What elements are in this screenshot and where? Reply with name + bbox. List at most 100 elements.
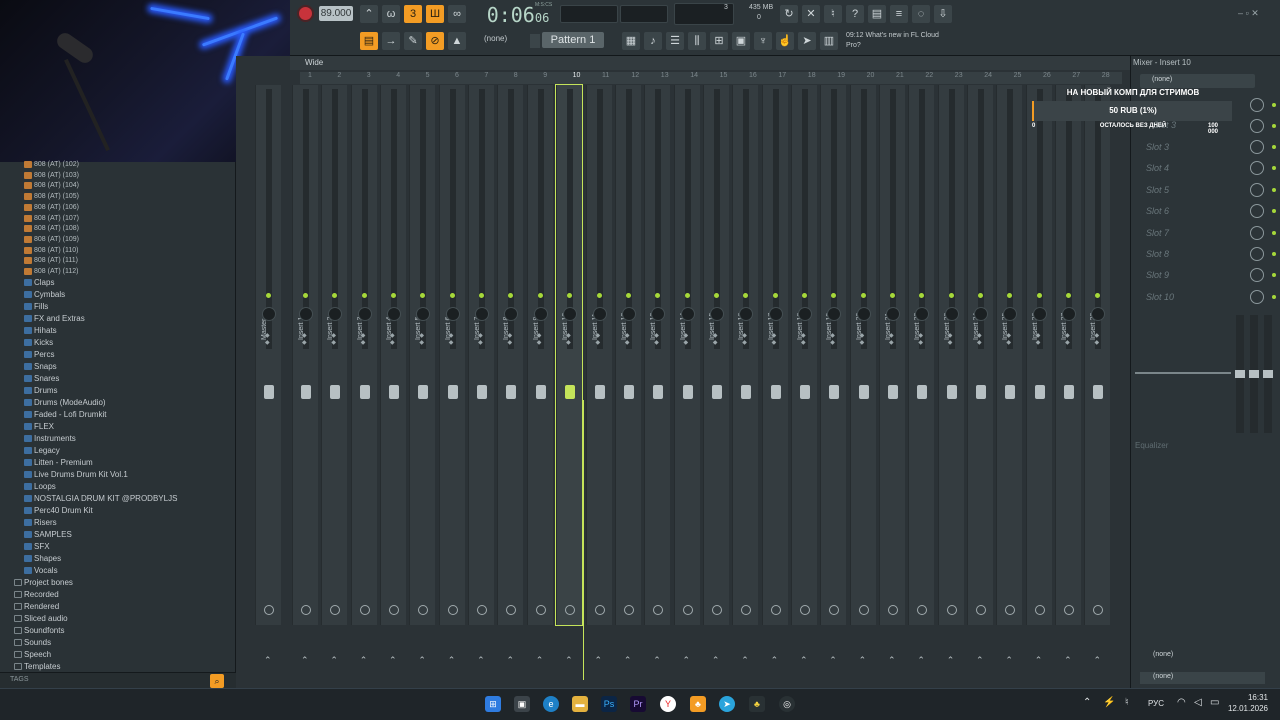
mixer-strip[interactable]: Insert 23 ◆ ◆ ⌃ — [937, 85, 964, 665]
send-arrow-icon[interactable]: ⌃ — [888, 655, 896, 666]
fl-studio-2-icon[interactable]: ♣ — [749, 696, 765, 712]
stereo-arrows-icon[interactable]: ◆ ◆ — [507, 333, 512, 347]
browser-folder-item[interactable]: Rendered — [14, 601, 59, 613]
route-knob[interactable] — [506, 605, 517, 615]
pattern-prev-icon[interactable] — [530, 34, 540, 48]
plugin-picker-icon[interactable]: ▣ — [732, 32, 750, 50]
mixer-strip[interactable]: Insert 28 ◆ ◆ ⌃ — [1084, 85, 1111, 665]
send-arrow-icon[interactable]: ⌃ — [448, 655, 456, 666]
route-knob[interactable] — [535, 605, 546, 615]
browser-folder-item[interactable]: Claps — [24, 277, 54, 289]
browser-folder-item[interactable]: Drums — [24, 385, 58, 397]
route-knob[interactable] — [623, 605, 634, 615]
send-arrow-icon[interactable]: ⌃ — [829, 655, 837, 666]
pan-knob[interactable] — [709, 307, 724, 321]
mixer-strip[interactable]: Insert 15 ◆ ◆ ⌃ — [702, 85, 729, 665]
volume-fader[interactable] — [264, 385, 274, 399]
send-arrow-icon[interactable]: ⌃ — [741, 655, 749, 666]
pan-knob[interactable] — [416, 307, 431, 321]
mixer-strip[interactable]: Insert 13 ◆ ◆ ⌃ — [644, 85, 671, 665]
browser-folder-item[interactable]: Kicks — [24, 337, 53, 349]
browser-folder-item[interactable]: SAMPLES — [24, 529, 72, 541]
pan-knob[interactable] — [299, 307, 313, 321]
effect-slot[interactable]: Slot 9 — [1146, 268, 1236, 282]
chat-icon[interactable]: ◌ — [912, 5, 930, 23]
strip-enable-led[interactable] — [684, 293, 690, 298]
yandex-browser-icon[interactable]: Y — [660, 696, 676, 712]
browser-folder-item[interactable]: Vocals — [24, 565, 58, 577]
route-knob[interactable] — [917, 605, 928, 615]
effect-slot[interactable]: Slot 3 — [1146, 140, 1236, 154]
browser-folder-item[interactable]: Project bones — [14, 577, 73, 589]
pan-knob[interactable] — [328, 307, 343, 321]
slot-mix-knob[interactable] — [1250, 140, 1264, 154]
effect-slot[interactable]: Slot 8 — [1146, 247, 1236, 261]
route-knob[interactable] — [1034, 605, 1045, 615]
route-knob[interactable] — [682, 605, 693, 615]
stereo-arrows-icon[interactable]: ◆ ◆ — [684, 333, 689, 347]
volume-fader[interactable] — [359, 385, 370, 399]
volume-fader[interactable] — [946, 385, 957, 399]
strip-enable-led[interactable] — [860, 293, 866, 298]
send-arrow-icon[interactable]: ⌃ — [301, 655, 309, 666]
stereo-arrows-icon[interactable]: ◆ ◆ — [390, 333, 395, 347]
fader-right[interactable] — [1263, 315, 1273, 433]
browser-folder-item[interactable]: NOSTALGIA DRUM KIT @PRODBYLJS — [24, 493, 177, 505]
stereo-arrows-icon[interactable]: ◆ ◆ — [302, 333, 307, 347]
arrow-icon[interactable]: → — [382, 32, 400, 50]
mixer-strip[interactable]: Insert 26 ◆ ◆ ⌃ — [1025, 85, 1052, 665]
route-knob[interactable] — [418, 605, 429, 615]
route-knob[interactable] — [799, 605, 810, 615]
windows-start-icon[interactable]: ⊞ — [485, 696, 501, 712]
send-arrow-icon[interactable]: ⌃ — [477, 655, 485, 666]
send-arrow-icon[interactable]: ⌃ — [917, 655, 925, 666]
send-arrow-icon[interactable]: ⌃ — [264, 655, 272, 666]
mixer-strip[interactable]: Insert 22 ◆ ◆ ⌃ — [908, 85, 935, 665]
stamp-icon[interactable]: ▲ — [448, 32, 466, 50]
mixer-strip[interactable]: Insert 8 ◆ ◆ ⌃ — [497, 85, 524, 665]
stereo-arrows-icon[interactable]: ◆ ◆ — [419, 333, 424, 347]
mixer-strip[interactable]: Insert 9 ◆ ◆ ⌃ — [526, 85, 553, 665]
fader-mid[interactable] — [1249, 315, 1259, 433]
stereo-arrows-icon[interactable]: ◆ ◆ — [654, 333, 659, 347]
browser-folder-item[interactable]: Snaps — [24, 361, 57, 373]
volume-fader[interactable] — [330, 385, 341, 399]
pan-knob[interactable] — [915, 307, 930, 321]
stereo-arrows-icon[interactable]: ◆ ◆ — [742, 333, 747, 347]
stereo-arrows-icon[interactable]: ◆ ◆ — [948, 333, 953, 347]
send-arrow-icon[interactable]: ⌃ — [859, 655, 867, 666]
edge-icon[interactable]: e — [543, 696, 559, 712]
notes-icon[interactable]: ▥ — [820, 32, 838, 50]
browser-folder-item[interactable]: FLEX — [24, 421, 54, 433]
browser-folder-item[interactable]: Soundfonts — [14, 625, 64, 637]
pan-knob[interactable] — [621, 307, 636, 321]
slot-enable-led[interactable] — [1272, 294, 1276, 299]
route-knob[interactable] — [770, 605, 781, 615]
browser-folder-item[interactable]: Speech — [14, 649, 51, 661]
pan-knob[interactable] — [475, 307, 490, 321]
premiere-icon[interactable]: Pr — [630, 696, 646, 712]
render-icon[interactable]: ≡ — [890, 5, 908, 23]
piano-roll-icon[interactable]: ♪ — [644, 32, 662, 50]
file-explorer-icon[interactable]: ▬ — [572, 696, 588, 712]
strip-enable-led[interactable] — [772, 293, 778, 298]
send-arrow-icon[interactable]: ⌃ — [800, 655, 808, 666]
browser-folder-item[interactable]: Loops — [24, 481, 56, 493]
slot-led[interactable] — [1272, 124, 1276, 128]
volume-fader[interactable] — [770, 385, 781, 399]
send-arrow-icon[interactable]: ⌃ — [418, 655, 426, 666]
volume-fader[interactable] — [301, 385, 311, 399]
link-icon[interactable]: ⊘ — [426, 32, 444, 50]
mixer-view-label[interactable]: Wide — [305, 58, 323, 67]
mixer-strip[interactable]: Insert 3 ◆ ◆ ⌃ — [350, 85, 377, 665]
route-knob[interactable] — [1064, 605, 1075, 615]
route-knob[interactable] — [565, 605, 576, 615]
stereo-arrows-icon[interactable]: ◆ ◆ — [1036, 333, 1041, 347]
volume-fader[interactable] — [741, 385, 752, 399]
channel-rack-icon[interactable]: ☰ — [666, 32, 684, 50]
mixer-strip[interactable]: Insert 12 ◆ ◆ ⌃ — [614, 85, 641, 665]
browser-folder-item[interactable]: Percs — [24, 349, 54, 361]
pan-knob[interactable] — [827, 307, 842, 321]
pan-knob[interactable] — [592, 307, 607, 321]
volume-fader[interactable] — [506, 385, 517, 399]
